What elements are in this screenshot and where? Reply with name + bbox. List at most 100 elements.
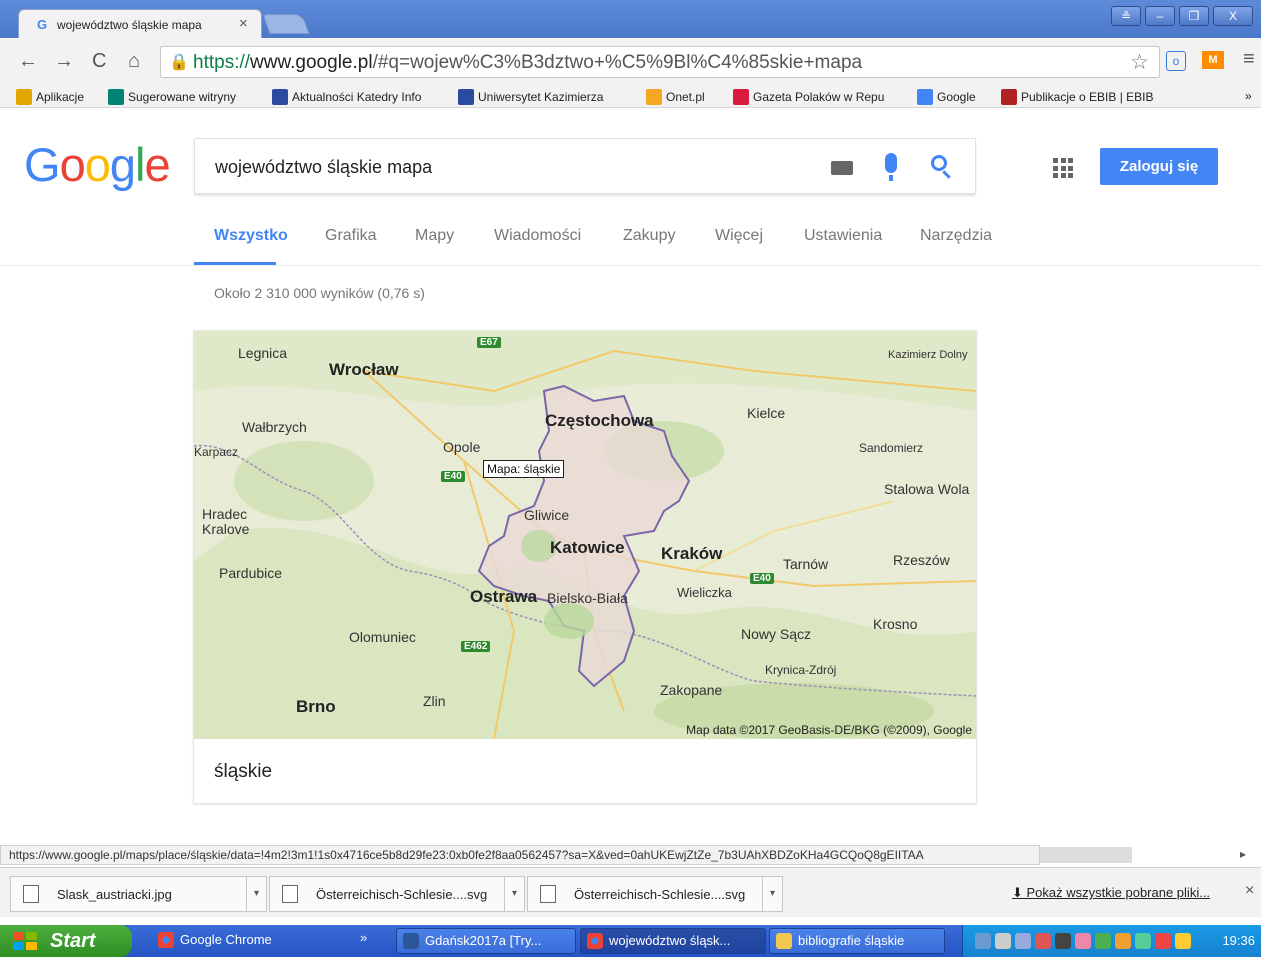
bookmark-5[interactable]: Gazeta Polaków w Repu	[733, 89, 884, 105]
city-label: Hradec Kralove	[202, 506, 250, 537]
tab-images[interactable]: Grafika	[325, 227, 377, 245]
route-badge: E40	[441, 471, 465, 482]
search-icon[interactable]	[931, 155, 947, 171]
tab-maps[interactable]: Mapy	[415, 227, 454, 245]
forward-arrow-icon[interactable]: →	[54, 50, 74, 73]
microphone-icon[interactable]	[885, 153, 897, 181]
more-bookmarks-icon[interactable]: »	[1245, 89, 1252, 103]
new-tab-button[interactable]	[262, 14, 310, 34]
bookmark-label: Gazeta Polaków w Repu	[753, 90, 885, 104]
google-logo[interactable]: Google	[24, 137, 171, 192]
taskbar-item-word[interactable]: Gdańsk2017a [Try...	[396, 928, 576, 954]
search-box[interactable]: województwo śląskie mapa	[194, 138, 976, 194]
bookmark-2[interactable]: Aktualności Katedry Info	[272, 89, 421, 105]
mozbar-extension-icon[interactable]: M	[1202, 51, 1224, 69]
download-item[interactable]: Slask_austriacki.jpg ▾	[10, 876, 267, 912]
map-knowledge-card[interactable]: Legnica Wrocław E67 Kazimierz Dolny Wałb…	[193, 330, 977, 804]
chevron-down-icon[interactable]: ▾	[762, 877, 782, 911]
city-label: Kielce	[747, 405, 786, 421]
chrome-menu-icon[interactable]: ≡	[1243, 48, 1255, 71]
search-tray-icon[interactable]	[1015, 933, 1031, 949]
sign-in-button[interactable]: Zaloguj się	[1100, 148, 1218, 185]
logo-letter: e	[144, 138, 170, 191]
city-label: Sandomierz	[859, 441, 924, 455]
taskbar-item-chrome[interactable]: Google Chrome	[152, 928, 378, 954]
download-item[interactable]: Österreichisch-Schlesie....svg ▾	[527, 876, 783, 912]
map-attribution: Map data ©2017 GeoBasis-DE/BKG (©2009), …	[686, 723, 972, 737]
browser-toolbar: ← → C ⌂ 🔒 https://www.google.pl/#q=wojew…	[0, 38, 1261, 86]
bookmark-7[interactable]: Publikacje o EBIB | EBIB	[1001, 89, 1154, 105]
tray-app-icon[interactable]	[995, 933, 1011, 949]
taskbar-item-folder[interactable]: bibliografie śląskie	[769, 928, 945, 954]
chevron-down-icon[interactable]: ▾	[246, 877, 266, 911]
bookmark-label: Onet.pl	[666, 90, 705, 104]
tab-all[interactable]: Wszystko	[214, 227, 288, 245]
city-label: Wrocław	[329, 360, 399, 379]
city-label: Bielsko-Biała	[547, 590, 628, 606]
reload-icon[interactable]: C	[92, 50, 106, 73]
start-button[interactable]: Start	[0, 925, 132, 957]
tab-more[interactable]: Więcej	[715, 227, 763, 245]
close-window-button[interactable]: X	[1213, 6, 1253, 26]
city-label: Karpacz	[194, 445, 239, 459]
address-bar[interactable]: 🔒 https://www.google.pl/#q=wojew%C3%B3dz…	[160, 46, 1160, 78]
bookmark-0[interactable]: Aplikacje	[16, 89, 84, 105]
university-icon	[458, 89, 474, 105]
search-input[interactable]: województwo śląskie mapa	[215, 157, 432, 178]
scroll-right-icon[interactable]: ▸	[1240, 847, 1246, 861]
city-label: Olomuniec	[349, 629, 416, 645]
lock-icon: 🔒	[169, 54, 189, 71]
home-icon[interactable]: ⌂	[128, 50, 140, 73]
tray-app-icon[interactable]	[1075, 933, 1091, 949]
tray-app-icon[interactable]	[1135, 933, 1151, 949]
extension-icon[interactable]: o	[1166, 51, 1186, 71]
bookmark-label: Publikacje o EBIB | EBIB	[1021, 90, 1154, 104]
network-icon[interactable]	[975, 933, 991, 949]
tray-app-icon[interactable]	[1035, 933, 1051, 949]
more-tasks-icon[interactable]: »	[360, 930, 367, 945]
tab-close-icon[interactable]: ×	[239, 15, 248, 32]
back-arrow-icon[interactable]: ←	[18, 50, 38, 73]
city-label: Rzeszów	[893, 552, 950, 568]
download-filename: Österreichisch-Schlesie....svg	[316, 887, 488, 902]
city-label: Ostrawa	[470, 587, 538, 606]
keyboard-icon[interactable]	[831, 161, 853, 175]
tab-tools[interactable]: Narzędzia	[920, 227, 992, 245]
maximize-button[interactable]: ❐	[1179, 6, 1209, 26]
browser-tab[interactable]: G województwo śląskie mapa ×	[18, 9, 262, 38]
title-bar: G województwo śląskie mapa × ≗ – ❐ X	[0, 0, 1261, 38]
tray-app-icon[interactable]	[1055, 933, 1071, 949]
bookmark-star-icon[interactable]: ☆	[1130, 50, 1149, 75]
bookmark-1[interactable]: Sugerowane witryny	[108, 89, 236, 105]
bookmark-label: Uniwersytet Kazimierza	[478, 90, 604, 104]
region-map[interactable]: Legnica Wrocław E67 Kazimierz Dolny Wałb…	[194, 331, 976, 739]
tab-shopping[interactable]: Zakupy	[623, 227, 675, 245]
profile-button[interactable]: ≗	[1111, 6, 1141, 26]
tab-settings[interactable]: Ustawienia	[804, 227, 882, 245]
card-title[interactable]: śląskie	[214, 761, 272, 783]
tray-app-icon[interactable]	[1175, 933, 1191, 949]
download-item[interactable]: Österreichisch-Schlesie....svg ▾	[269, 876, 525, 912]
chevron-down-icon[interactable]: ▾	[504, 877, 524, 911]
show-all-downloads-link[interactable]: ⬇ Pokaż wszystkie pobrane pliki...	[1012, 885, 1210, 901]
minimize-button[interactable]: –	[1145, 6, 1175, 26]
tray-app-icon[interactable]	[1095, 933, 1111, 949]
taskbar-item-chrome-window[interactable]: województwo śląsk...	[580, 928, 766, 954]
gazeta-icon	[733, 89, 749, 105]
city-label: Wałbrzych	[242, 419, 307, 435]
bookmark-4[interactable]: Onet.pl	[646, 89, 705, 105]
tray-app-icon[interactable]	[1115, 933, 1131, 949]
city-label: Pardubice	[219, 565, 283, 581]
download-filename: Österreichisch-Schlesie....svg	[574, 887, 746, 902]
bookmark-3[interactable]: Uniwersytet Kazimierza	[458, 89, 603, 105]
tray-app-icon[interactable]	[1155, 933, 1171, 949]
google-apps-icon[interactable]	[1053, 158, 1073, 178]
active-tab-indicator	[194, 262, 276, 265]
bookmark-6[interactable]: Google	[917, 89, 976, 105]
close-downloads-icon[interactable]: ×	[1245, 882, 1254, 900]
tab-news[interactable]: Wiadomości	[494, 227, 581, 245]
university-icon	[272, 89, 288, 105]
city-label: Stalowa Wola	[884, 481, 970, 497]
google-results-page: Google województwo śląskie mapa Zaloguj …	[0, 109, 1261, 844]
horizontal-scrollbar[interactable]	[1040, 847, 1132, 863]
